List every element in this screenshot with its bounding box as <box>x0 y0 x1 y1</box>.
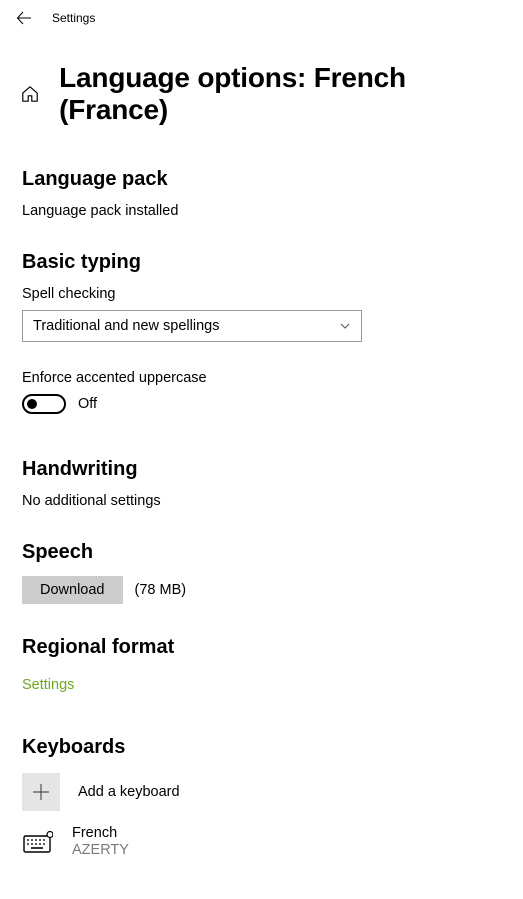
plus-icon <box>32 783 50 801</box>
content: Language pack Language pack installed Ba… <box>0 168 523 858</box>
top-bar-label: Settings <box>52 11 95 25</box>
back-button[interactable] <box>16 10 32 26</box>
home-button[interactable] <box>20 84 39 104</box>
language-pack-status: Language pack installed <box>22 203 501 219</box>
spell-check-dropdown[interactable]: Traditional and new spellings <box>22 310 362 342</box>
section-language-pack: Language pack <box>22 168 501 191</box>
home-icon <box>21 85 39 103</box>
section-regional-format: Regional format <box>22 636 501 659</box>
keyboard-name: French <box>72 825 129 841</box>
keyboard-icon-box <box>22 826 54 858</box>
section-speech: Speech <box>22 541 501 564</box>
handwriting-text: No additional settings <box>22 493 501 509</box>
spell-check-label: Spell checking <box>22 286 501 302</box>
page-title: Language options: French (France) <box>59 62 503 126</box>
spell-check-value: Traditional and new spellings <box>33 318 219 334</box>
keyboard-item-french[interactable]: French AZERTY <box>22 825 501 858</box>
add-keyboard-icon-box <box>22 773 60 811</box>
add-keyboard-button[interactable]: Add a keyboard <box>22 773 501 811</box>
speech-download-button[interactable]: Download <box>22 576 123 604</box>
section-handwriting: Handwriting <box>22 458 501 481</box>
chevron-down-icon <box>339 320 351 332</box>
speech-download-size: (78 MB) <box>135 582 187 598</box>
title-row: Language options: French (France) <box>0 34 523 136</box>
enforce-accented-toggle[interactable] <box>22 394 66 414</box>
section-basic-typing: Basic typing <box>22 251 501 274</box>
toggle-knob <box>27 399 37 409</box>
enforce-accented-label: Enforce accented uppercase <box>22 370 501 386</box>
back-arrow-icon <box>16 10 32 26</box>
speech-download-row: Download (78 MB) <box>22 576 501 604</box>
keyboard-icon <box>23 831 53 853</box>
top-bar: Settings <box>0 0 523 34</box>
regional-format-settings-link[interactable]: Settings <box>22 677 74 693</box>
enforce-toggle-state: Off <box>78 396 97 412</box>
enforce-toggle-row: Off <box>22 394 501 414</box>
section-keyboards: Keyboards <box>22 736 501 759</box>
keyboard-text-block: French AZERTY <box>72 825 129 858</box>
add-keyboard-label: Add a keyboard <box>78 784 180 800</box>
keyboard-layout: AZERTY <box>72 842 129 858</box>
